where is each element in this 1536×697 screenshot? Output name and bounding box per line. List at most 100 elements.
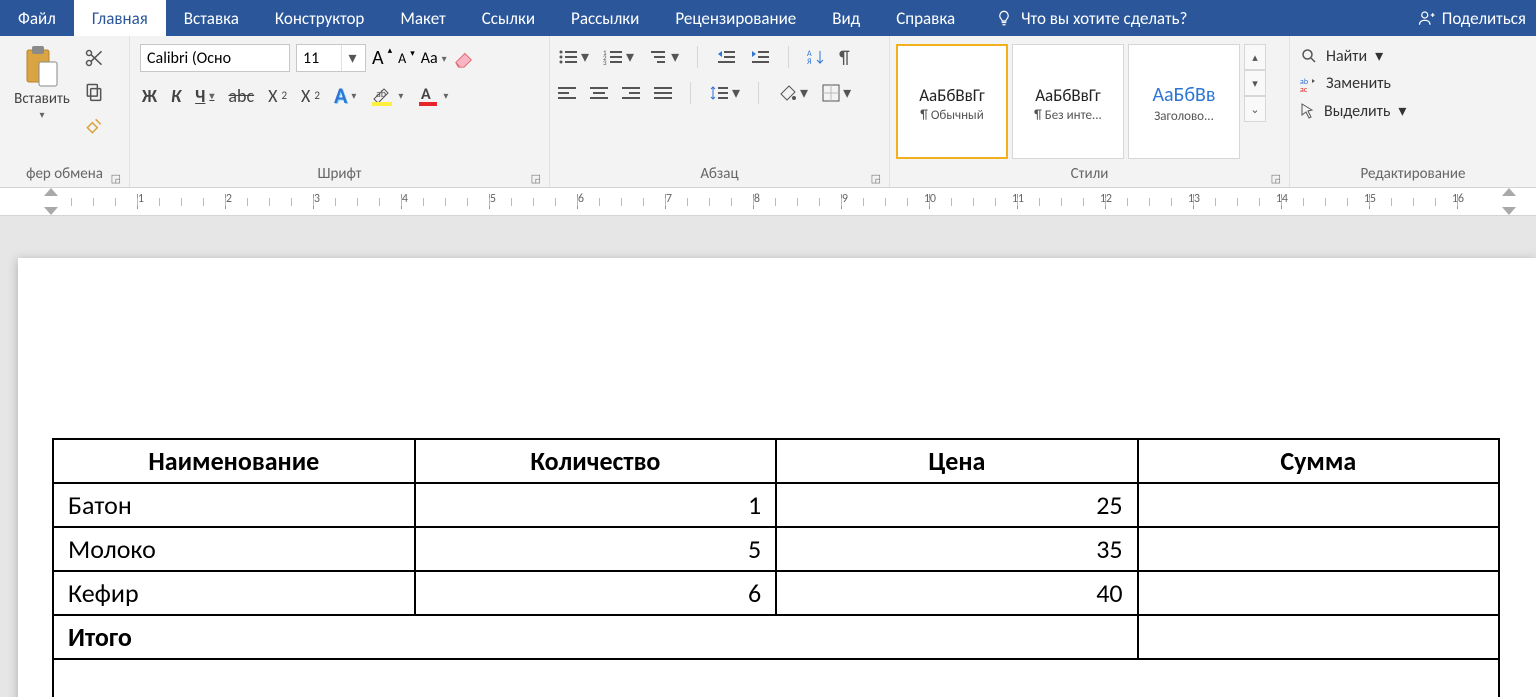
font-size-combo[interactable]: ▾ bbox=[296, 44, 366, 72]
grow-font-button[interactable]: A▴ bbox=[372, 46, 392, 70]
clipboard-dialog-launcher[interactable]: ◲ bbox=[111, 172, 121, 185]
table-header[interactable]: Сумма bbox=[1138, 439, 1499, 483]
bullets-icon bbox=[558, 48, 578, 66]
cell-sum[interactable] bbox=[1138, 527, 1499, 571]
chevron-down-icon[interactable]: ▾ bbox=[341, 45, 363, 71]
style-normal[interactable]: АаБбВвГг ¶ Обычный bbox=[896, 44, 1008, 159]
cell-qty[interactable]: 5 bbox=[415, 527, 777, 571]
table-header[interactable]: Цена bbox=[776, 439, 1137, 483]
gallery-more-button[interactable]: ⌄ bbox=[1244, 96, 1266, 122]
font-dialog-launcher[interactable]: ◲ bbox=[531, 172, 541, 185]
underline-button[interactable]: Ч▾ bbox=[195, 85, 214, 107]
table-header[interactable]: Количество bbox=[415, 439, 777, 483]
highlight-button[interactable]: ab ▾ bbox=[370, 85, 403, 107]
paragraph-dialog-launcher[interactable]: ◲ bbox=[871, 172, 881, 185]
align-justify-icon bbox=[654, 85, 672, 101]
style-heading1[interactable]: АаБбВв Заголово... bbox=[1128, 44, 1240, 159]
cell-empty[interactable] bbox=[53, 659, 1499, 697]
align-justify-button[interactable] bbox=[654, 85, 672, 101]
right-indent-marker-top[interactable] bbox=[1502, 188, 1516, 196]
table-total-row[interactable]: Итого bbox=[53, 615, 1499, 659]
page[interactable]: Наименование Количество Цена Сумма Батон… bbox=[18, 258, 1536, 697]
tab-layout[interactable]: Макет bbox=[382, 0, 463, 36]
tab-references[interactable]: Ссылки bbox=[464, 0, 553, 36]
strikethrough-button[interactable]: abc bbox=[228, 85, 254, 107]
cell-sum[interactable] bbox=[1138, 571, 1499, 615]
tab-review[interactable]: Рецензирование bbox=[657, 0, 814, 36]
change-case-button[interactable]: Aa▾ bbox=[421, 49, 447, 68]
cell-price[interactable]: 25 bbox=[776, 483, 1137, 527]
align-left-icon bbox=[558, 85, 576, 101]
cell-total-sum[interactable] bbox=[1138, 615, 1499, 659]
gallery-down-button[interactable]: ▾ bbox=[1244, 70, 1266, 96]
sort-button[interactable]: AЯ bbox=[807, 48, 825, 66]
multilevel-icon bbox=[648, 48, 668, 66]
show-marks-button[interactable]: ¶ bbox=[839, 46, 850, 68]
horizontal-ruler[interactable]: 12345678910111213141516 bbox=[0, 188, 1536, 216]
styles-dialog-launcher[interactable]: ◲ bbox=[1271, 172, 1281, 185]
cell-name[interactable]: Батон bbox=[53, 483, 415, 527]
table-row[interactable]: Кефир640 bbox=[53, 571, 1499, 615]
tab-file[interactable]: Файл bbox=[0, 0, 74, 36]
eraser-icon bbox=[453, 48, 475, 68]
clear-formatting-button[interactable] bbox=[453, 48, 475, 68]
line-spacing-button[interactable]: ▾ bbox=[709, 83, 740, 103]
format-painter-button[interactable] bbox=[82, 114, 106, 138]
table-header[interactable]: Наименование bbox=[53, 439, 415, 483]
font-name-combo[interactable]: ▾ bbox=[140, 44, 290, 72]
table-row[interactable]: Молоко535 bbox=[53, 527, 1499, 571]
cell-sum[interactable] bbox=[1138, 483, 1499, 527]
right-indent-marker[interactable] bbox=[1502, 207, 1516, 215]
gallery-up-button[interactable]: ▴ bbox=[1244, 44, 1266, 70]
shrink-font-button[interactable]: A▾ bbox=[398, 50, 415, 67]
shading-button[interactable]: ▾ bbox=[777, 83, 808, 103]
tab-home[interactable]: Главная bbox=[74, 0, 166, 36]
italic-button[interactable]: К bbox=[171, 85, 181, 107]
cell-price[interactable]: 40 bbox=[776, 571, 1137, 615]
tab-insert[interactable]: Вставка bbox=[166, 0, 257, 36]
tab-help[interactable]: Справка bbox=[878, 0, 973, 36]
table-header-row[interactable]: Наименование Количество Цена Сумма bbox=[53, 439, 1499, 483]
style-no-spacing[interactable]: АаБбВвГг ¶ Без инте... bbox=[1012, 44, 1124, 159]
multilevel-list-button[interactable]: ▾ bbox=[648, 47, 679, 67]
increase-indent-button[interactable] bbox=[750, 48, 770, 66]
superscript-button[interactable]: X2 bbox=[301, 85, 320, 107]
share-label: Поделиться bbox=[1442, 8, 1526, 29]
find-button[interactable]: Найти▾ bbox=[1300, 46, 1383, 66]
cell-qty[interactable]: 1 bbox=[415, 483, 777, 527]
bullets-button[interactable]: ▾ bbox=[558, 47, 589, 67]
hanging-indent-marker[interactable] bbox=[44, 207, 58, 215]
tell-me-search[interactable]: Что вы хотите сделать? bbox=[981, 0, 1408, 36]
bold-button[interactable]: Ж bbox=[142, 85, 157, 107]
table-row[interactable]: Батон125 bbox=[53, 483, 1499, 527]
cell-total-label[interactable]: Итого bbox=[53, 615, 1138, 659]
copy-button[interactable] bbox=[82, 80, 106, 104]
tab-view[interactable]: Вид bbox=[814, 0, 878, 36]
first-line-indent-marker[interactable] bbox=[44, 188, 58, 196]
text-effects-button[interactable]: A▾ bbox=[334, 82, 356, 109]
borders-button[interactable]: ▾ bbox=[822, 83, 851, 103]
align-right-button[interactable] bbox=[622, 85, 640, 101]
cell-name[interactable]: Молоко bbox=[53, 527, 415, 571]
share-button[interactable]: Поделиться bbox=[1408, 0, 1536, 36]
table-empty-row[interactable] bbox=[53, 659, 1499, 697]
cut-button[interactable] bbox=[82, 46, 106, 70]
replace-button[interactable]: abac Заменить bbox=[1300, 74, 1391, 93]
decrease-indent-button[interactable] bbox=[716, 48, 736, 66]
align-center-button[interactable] bbox=[590, 85, 608, 101]
font-size-input[interactable] bbox=[297, 49, 341, 68]
tab-mailings[interactable]: Рассылки bbox=[553, 0, 657, 36]
select-button[interactable]: Выделить▾ bbox=[1300, 101, 1406, 121]
subscript-button[interactable]: X2 bbox=[268, 85, 287, 107]
document-table[interactable]: Наименование Количество Цена Сумма Батон… bbox=[52, 438, 1500, 697]
align-left-button[interactable] bbox=[558, 85, 576, 101]
line-spacing-icon bbox=[709, 84, 729, 102]
cell-price[interactable]: 35 bbox=[776, 527, 1137, 571]
tab-design[interactable]: Конструктор bbox=[257, 0, 383, 36]
document-area[interactable]: Наименование Количество Цена Сумма Батон… bbox=[0, 216, 1536, 697]
cell-qty[interactable]: 6 bbox=[415, 571, 777, 615]
numbering-button[interactable]: 123▾ bbox=[603, 47, 634, 67]
cell-name[interactable]: Кефир bbox=[53, 571, 415, 615]
paste-button[interactable]: Вставить ▾ bbox=[6, 40, 78, 121]
font-color-button[interactable]: A ▾ bbox=[417, 85, 448, 107]
